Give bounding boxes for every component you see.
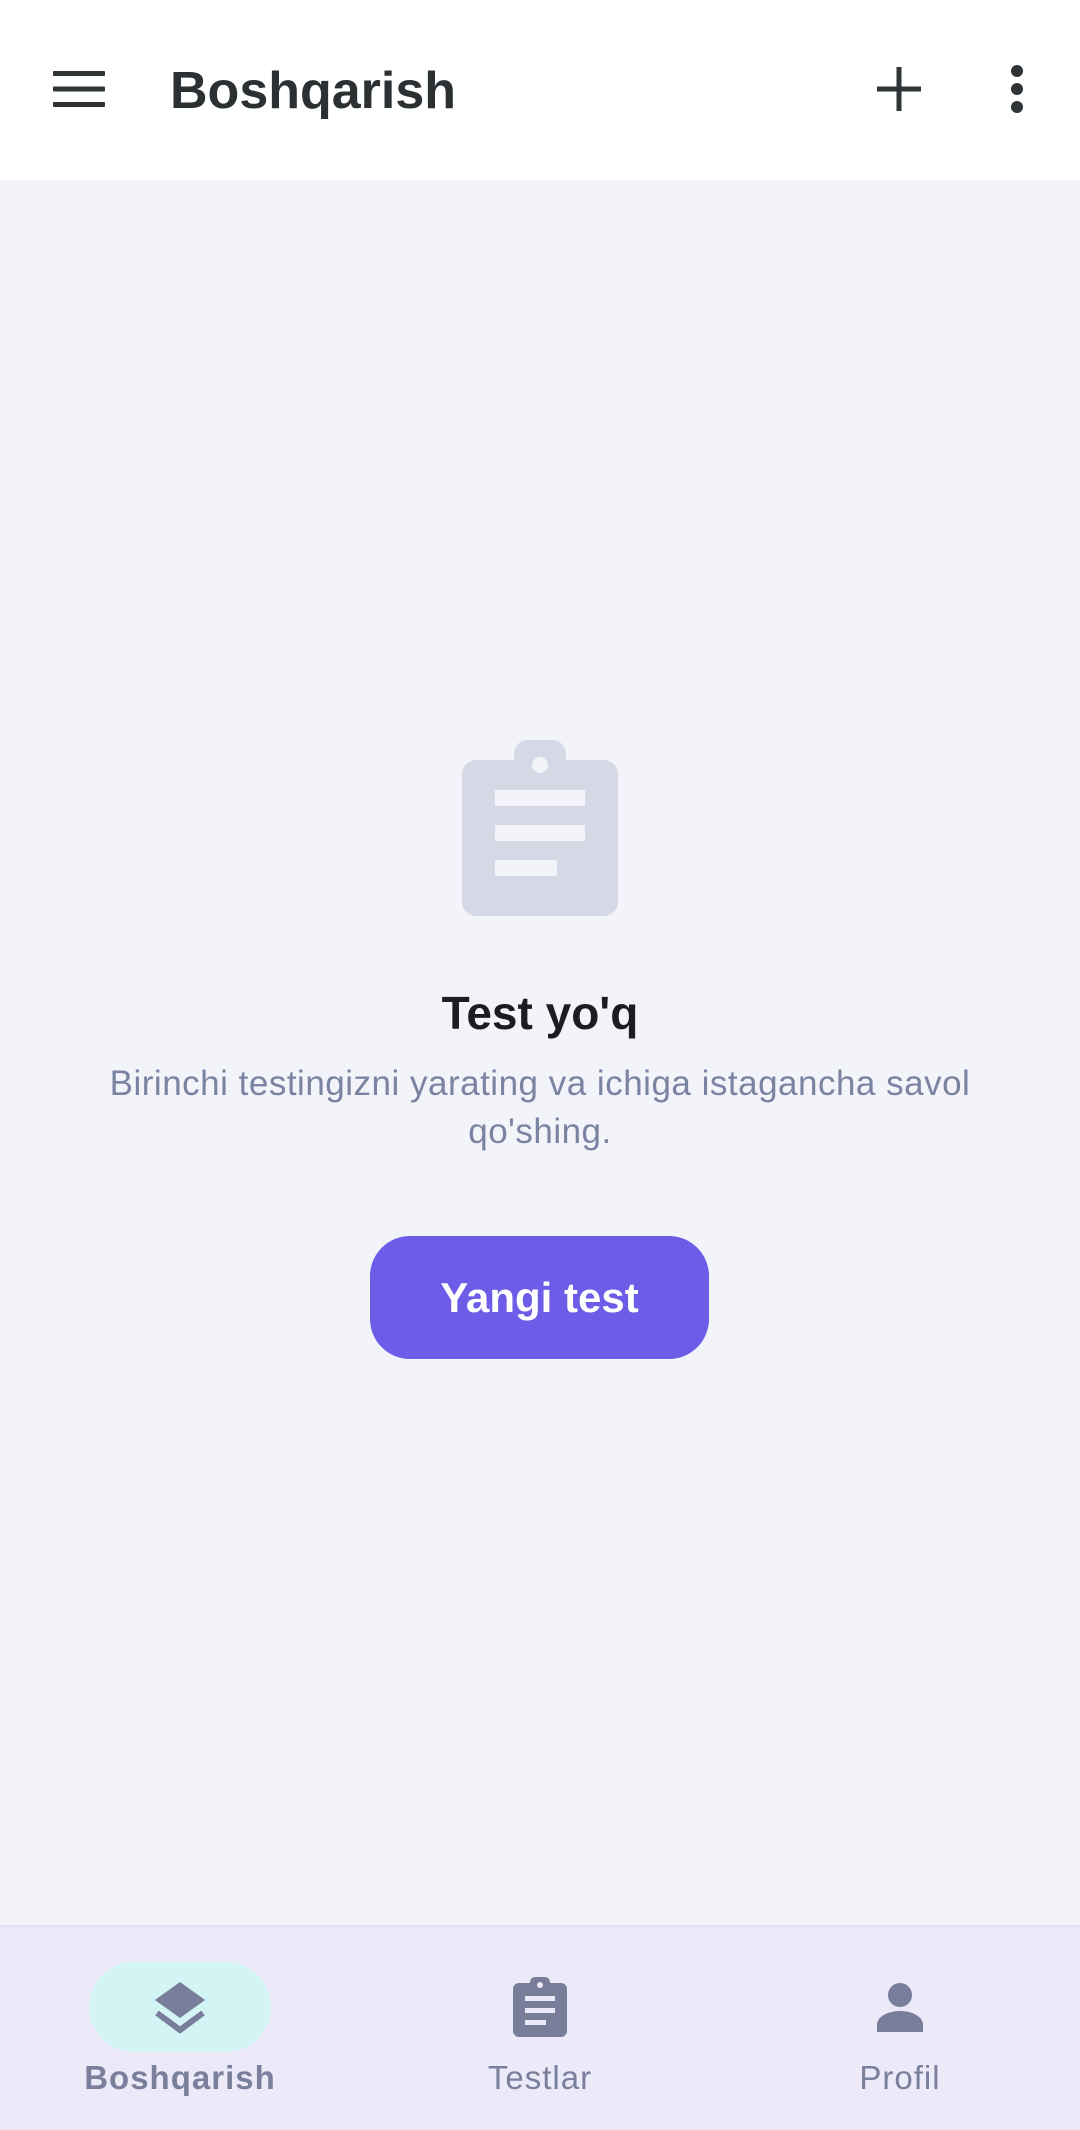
nav-label-boshqarish: Boshqarish — [84, 2059, 276, 2096]
plus-icon — [877, 67, 921, 111]
menu-button[interactable] — [30, 40, 128, 138]
nav-icon-wrap — [449, 1962, 631, 2052]
app-root: Boshqarish Test yo'q Birinchi testingizn… — [0, 0, 1080, 2130]
page-title: Boshqarish — [170, 62, 457, 120]
nav-item-profil[interactable]: Profil — [720, 1927, 1080, 2130]
more-options-button[interactable] — [968, 40, 1066, 138]
add-button[interactable] — [850, 40, 948, 138]
nav-label-testlar: Testlar — [487, 2059, 593, 2096]
nav-item-boshqarish[interactable]: Boshqarish — [0, 1927, 360, 2130]
nav-label-profil: Profil — [859, 2059, 941, 2096]
clipboard-icon — [513, 1977, 567, 2037]
clipboard-icon — [462, 740, 618, 916]
person-icon — [877, 1983, 923, 2032]
bottom-navigation: Boshqarish Testlar Profil — [0, 1925, 1080, 2130]
nav-item-testlar[interactable]: Testlar — [360, 1927, 720, 2130]
more-vertical-icon — [1011, 65, 1023, 113]
new-test-button[interactable]: Yangi test — [370, 1236, 709, 1359]
empty-state-description: Birinchi testingizni yarating va ichiga … — [109, 1064, 971, 1151]
empty-state: Test yo'q Birinchi testingizni yarating … — [0, 180, 1080, 1925]
empty-state-title: Test yo'q — [441, 987, 639, 1039]
top-app-bar: Boshqarish — [0, 0, 1080, 180]
layers-icon — [155, 1982, 205, 2034]
menu-icon — [53, 71, 105, 107]
nav-icon-wrap — [809, 1962, 991, 2052]
nav-active-indicator — [89, 1962, 271, 2052]
